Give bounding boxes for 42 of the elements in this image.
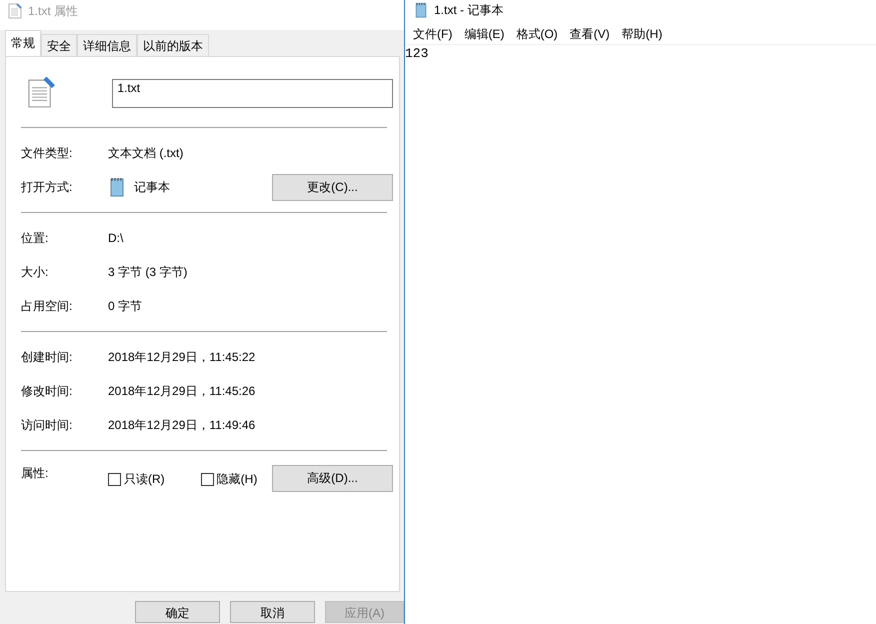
document-icon [8, 3, 22, 19]
text-editor[interactable]: 123 [405, 45, 876, 624]
menu-item[interactable]: 帮助(H) [616, 26, 668, 42]
field-value: 2018年12月29日，11:45:26 [108, 382, 256, 400]
file-name-field[interactable]: 1.txt [112, 78, 393, 108]
field-label: 属性: [21, 465, 50, 482]
menu-item[interactable]: 格式(O) [510, 26, 564, 42]
field-label: 位置: [21, 230, 50, 246]
advanced-button[interactable]: 高级(D)... [272, 465, 393, 492]
field-value: 文本文档 (.txt) [108, 144, 184, 162]
checkbox[interactable] [108, 473, 121, 486]
window-title: 1.txt - 记事本 [434, 2, 504, 18]
dialog-button[interactable]: 确定 [135, 601, 220, 623]
field-value: 0 字节 [108, 298, 142, 314]
field-label: 修改时间: [21, 382, 74, 400]
field-label: 访问时间: [21, 416, 74, 434]
checkbox[interactable] [200, 473, 214, 486]
checkbox-label: 隐藏(H) [216, 471, 258, 488]
field-value: 2018年12月29日，11:45:22 [108, 348, 256, 366]
tab[interactable]: 安全 [41, 34, 77, 56]
field-value: 记事本 [134, 178, 170, 196]
tab[interactable]: 详细信息 [77, 34, 137, 56]
checkbox-label: 只读(R) [124, 471, 165, 488]
document-icon [27, 77, 56, 109]
tab[interactable]: 常规 [5, 30, 41, 56]
notepad-icon [414, 2, 428, 18]
tab[interactable]: 以前的版本 [137, 34, 209, 56]
menu-item[interactable]: 文件(F) [407, 26, 458, 42]
field-value: 2018年12月29日，11:49:46 [108, 416, 256, 434]
editor-text: 123 [405, 46, 428, 61]
field-value: D:\ [108, 231, 124, 245]
field-label: 打开方式: [21, 178, 74, 196]
field-label: 文件类型: [21, 144, 74, 162]
field-label: 创建时间: [21, 348, 74, 366]
window-title: 1.txt 属性 [28, 2, 78, 20]
menu-item[interactable]: 查看(V) [564, 26, 616, 42]
dialog-button[interactable]: 取消 [230, 601, 315, 623]
menu-item[interactable]: 编辑(E) [458, 26, 510, 42]
field-label: 占用空间: [21, 298, 74, 314]
change-button[interactable]: 更改(C)... [272, 174, 393, 200]
field-label: 大小: [21, 264, 50, 280]
field-value: 3 字节 (3 字节) [108, 264, 188, 280]
